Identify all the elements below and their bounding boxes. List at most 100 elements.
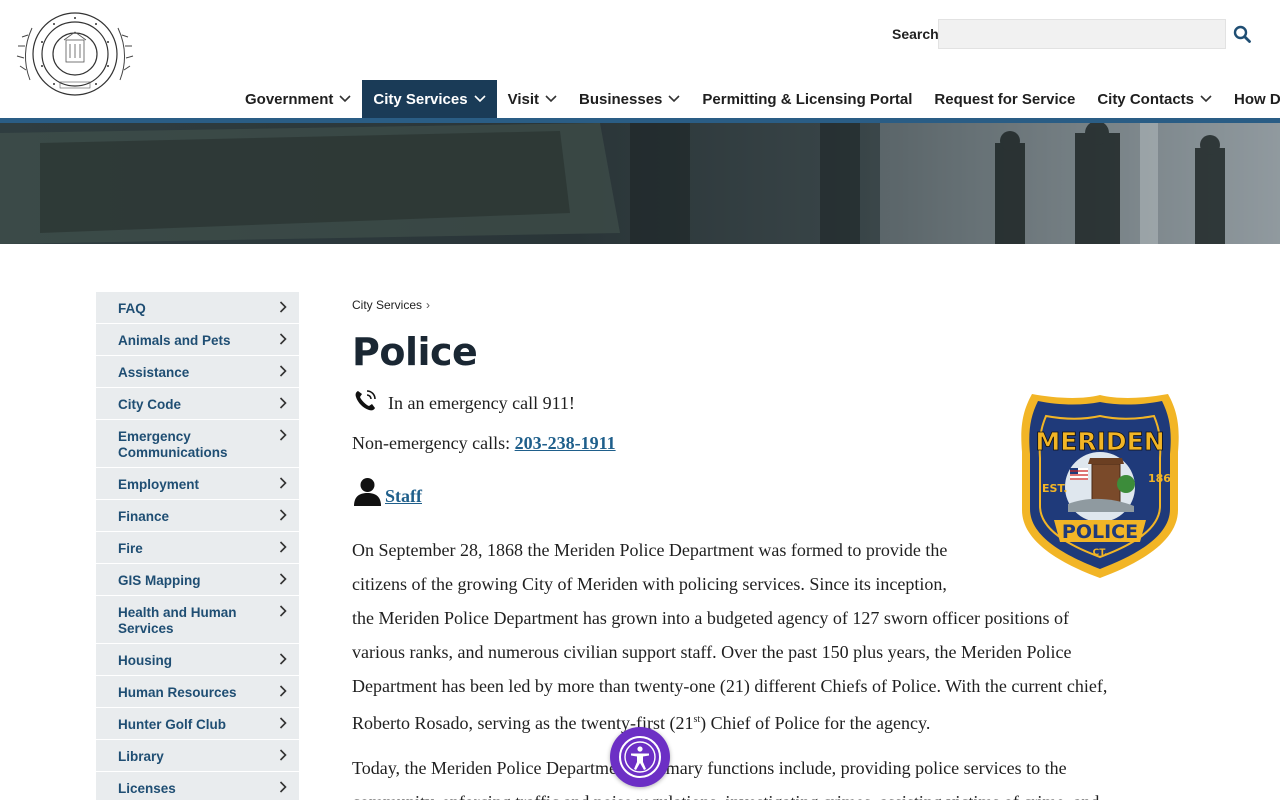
nav-item-label: Visit [507, 90, 539, 108]
nav-item-visit[interactable]: Visit [497, 80, 568, 118]
chevron-right-icon [279, 429, 287, 441]
chevron-right-icon [279, 477, 287, 489]
sidebar-item-assistance[interactable]: Assistance [96, 356, 299, 388]
paragraph-line: ) Chief of Police for the agency. [700, 713, 931, 733]
sidebar-item-finance[interactable]: Finance [96, 500, 299, 532]
nav-item-city-contacts[interactable]: City Contacts [1086, 80, 1223, 118]
nav-item-city-services[interactable]: City Services [362, 80, 497, 118]
person-icon [354, 478, 381, 506]
nav-item-label: How Do I? [1234, 90, 1280, 108]
sidebar-item-label: GIS Mapping [118, 573, 201, 588]
sidebar-item-gis-mapping[interactable]: GIS Mapping [96, 564, 299, 596]
chevron-right-icon [279, 605, 287, 617]
main-navigation: Government City Services Visit Businesse… [234, 80, 1280, 118]
paragraph-line: Department has been led by more than twe… [352, 676, 1108, 696]
paragraph-line: Today, the Meriden Police Department's p… [352, 758, 1067, 778]
nav-item-how-do-i[interactable]: How Do I? [1223, 80, 1280, 118]
emergency-notice: In an emergency call 911! [352, 390, 575, 414]
accessibility-button[interactable] [610, 727, 670, 787]
sidebar-item-health-and-human-services[interactable]: Health and Human Services [96, 596, 299, 644]
search-input[interactable] [938, 19, 1226, 49]
sidebar-item-label: Animals and Pets [118, 333, 231, 348]
chevron-right-icon [279, 653, 287, 665]
search-icon [1233, 25, 1251, 43]
chevron-right-icon [279, 301, 287, 313]
sidebar-item-label: City Code [118, 397, 182, 412]
sidebar-item-hunter-golf-club[interactable]: Hunter Golf Club [96, 708, 299, 740]
sidebar-item-label: Human Resources [118, 685, 237, 700]
nav-item-permitting-licensing[interactable]: Permitting & Licensing Portal [691, 80, 923, 118]
accessibility-icon [619, 736, 661, 778]
chevron-down-icon [339, 95, 351, 103]
functions-paragraph: Today, the Meriden Police Department's p… [352, 751, 1182, 800]
paragraph-line: various ranks, and numerous civilian sup… [352, 642, 1072, 662]
city-seal-logo[interactable] [14, 10, 136, 98]
nav-item-label: Request for Service [934, 90, 1076, 108]
nav-item-label: Businesses [579, 90, 663, 108]
breadcrumb-separator: › [426, 298, 431, 312]
chevron-down-icon [1200, 95, 1212, 103]
sidebar-item-housing[interactable]: Housing [96, 644, 299, 676]
sidebar-item-label: Fire [118, 541, 143, 556]
sidebar-item-label: Health and Human Services [118, 605, 237, 636]
sidebar-item-employment[interactable]: Employment [96, 468, 299, 500]
paragraph-line: the Meriden Police Department has grown … [352, 608, 1069, 628]
nav-item-label: Government [245, 90, 334, 108]
badge-est-text: EST. [1042, 482, 1067, 495]
hero-banner-image [0, 123, 1280, 244]
staff-link[interactable]: Staff [385, 486, 422, 507]
chevron-right-icon [279, 685, 287, 697]
nonemergency-phone-link[interactable]: 203-238-1911 [515, 433, 616, 453]
page-title: Police [352, 330, 478, 374]
paragraph-line: community, enforcing traffic and noise r… [352, 792, 1099, 800]
search-label: Search [892, 26, 939, 42]
chevron-right-icon [279, 397, 287, 409]
badge-top-text: MERIDEN [1035, 427, 1164, 456]
nav-item-government[interactable]: Government [234, 80, 362, 118]
nav-item-label: City Services [373, 90, 468, 108]
sidebar-item-label: Assistance [118, 365, 190, 380]
nav-item-businesses[interactable]: Businesses [568, 80, 691, 118]
sidebar-nav: FAQ Animals and Pets Assistance City Cod… [96, 292, 299, 800]
nav-item-label: City Contacts [1097, 90, 1194, 108]
sidebar-item-human-resources[interactable]: Human Resources [96, 676, 299, 708]
paragraph-line: citizens of the growing City of Meriden … [352, 574, 947, 594]
nav-item-request-for-service[interactable]: Request for Service [923, 80, 1086, 118]
phone-icon [355, 390, 376, 411]
staff-link-row: Staff [352, 476, 422, 507]
chevron-down-icon [474, 95, 486, 103]
badge-year-text: 1868 [1148, 472, 1179, 485]
nav-item-label: Permitting & Licensing Portal [702, 90, 913, 108]
chevron-right-icon [279, 333, 287, 345]
sidebar-item-label: Library [118, 749, 164, 764]
chevron-right-icon [279, 541, 287, 553]
sidebar-item-library[interactable]: Library [96, 740, 299, 772]
chevron-right-icon [279, 717, 287, 729]
sidebar-item-licenses[interactable]: Licenses [96, 772, 299, 800]
breadcrumb-link-city-services[interactable]: City Services [352, 298, 422, 312]
sidebar-item-label: Finance [118, 509, 170, 524]
chevron-right-icon [279, 749, 287, 761]
sidebar-item-label: FAQ [118, 301, 146, 316]
sidebar-item-label: Licenses [118, 781, 176, 796]
site-header: Search Government City Services Visit Bu… [0, 0, 1280, 118]
chevron-down-icon [668, 95, 680, 103]
sidebar-item-label: Employment [118, 477, 200, 492]
sidebar-item-emergency-communications[interactable]: Emergency Communications [96, 420, 299, 468]
emergency-text: In an emergency call 911! [388, 393, 575, 413]
sidebar-item-label: Emergency Communications [118, 429, 228, 460]
nonemergency-label: Non-emergency calls: [352, 433, 515, 453]
sidebar-item-label: Housing [118, 653, 172, 668]
sidebar-item-faq[interactable]: FAQ [96, 292, 299, 324]
paragraph-line: On September 28, 1868 the Meriden Police… [352, 540, 948, 560]
chevron-right-icon [279, 365, 287, 377]
chevron-down-icon [545, 95, 557, 103]
sidebar-item-city-code[interactable]: City Code [96, 388, 299, 420]
sidebar-item-label: Hunter Golf Club [118, 717, 226, 732]
chevron-right-icon [279, 509, 287, 521]
search-button[interactable] [1228, 20, 1256, 48]
sidebar-item-fire[interactable]: Fire [96, 532, 299, 564]
history-paragraph: On September 28, 1868 the Meriden Police… [352, 533, 1182, 740]
sidebar-item-animals-and-pets[interactable]: Animals and Pets [96, 324, 299, 356]
chevron-right-icon [279, 573, 287, 585]
